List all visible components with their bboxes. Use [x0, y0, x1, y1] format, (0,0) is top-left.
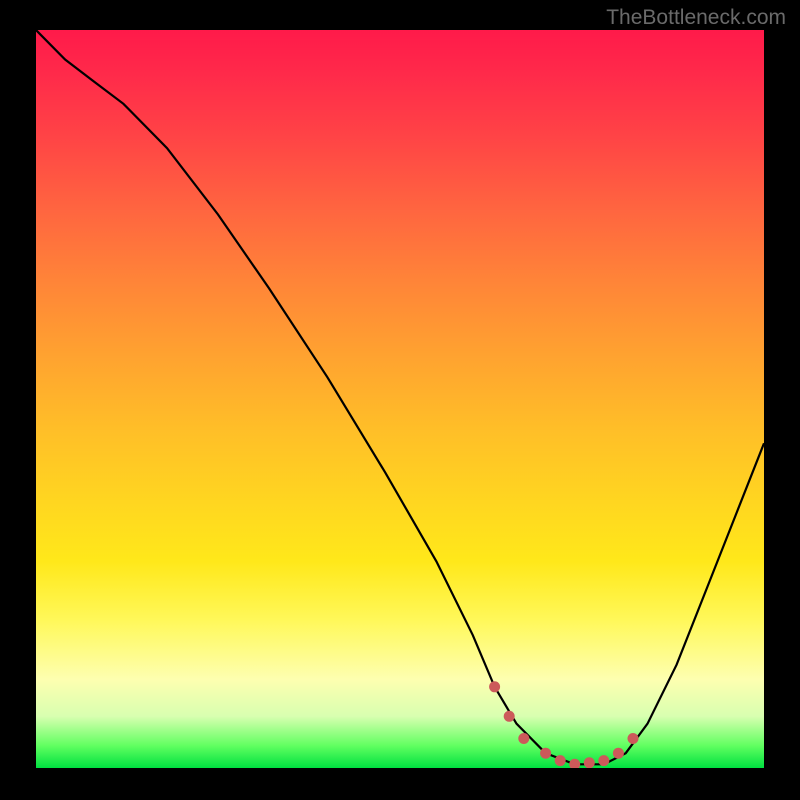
marker-dot	[504, 711, 515, 722]
marker-dot	[555, 755, 566, 766]
marker-dot	[613, 748, 624, 759]
marker-dot	[628, 733, 639, 744]
curve-overlay	[36, 30, 764, 768]
marker-dots	[489, 681, 638, 768]
marker-dot	[518, 733, 529, 744]
marker-dot	[598, 755, 609, 766]
bottleneck-curve	[36, 30, 764, 764]
marker-dot	[584, 757, 595, 768]
marker-dot	[569, 759, 580, 768]
marker-dot	[540, 748, 551, 759]
plot-area	[36, 30, 764, 768]
watermark-text: TheBottleneck.com	[606, 6, 786, 30]
marker-dot	[489, 681, 500, 692]
